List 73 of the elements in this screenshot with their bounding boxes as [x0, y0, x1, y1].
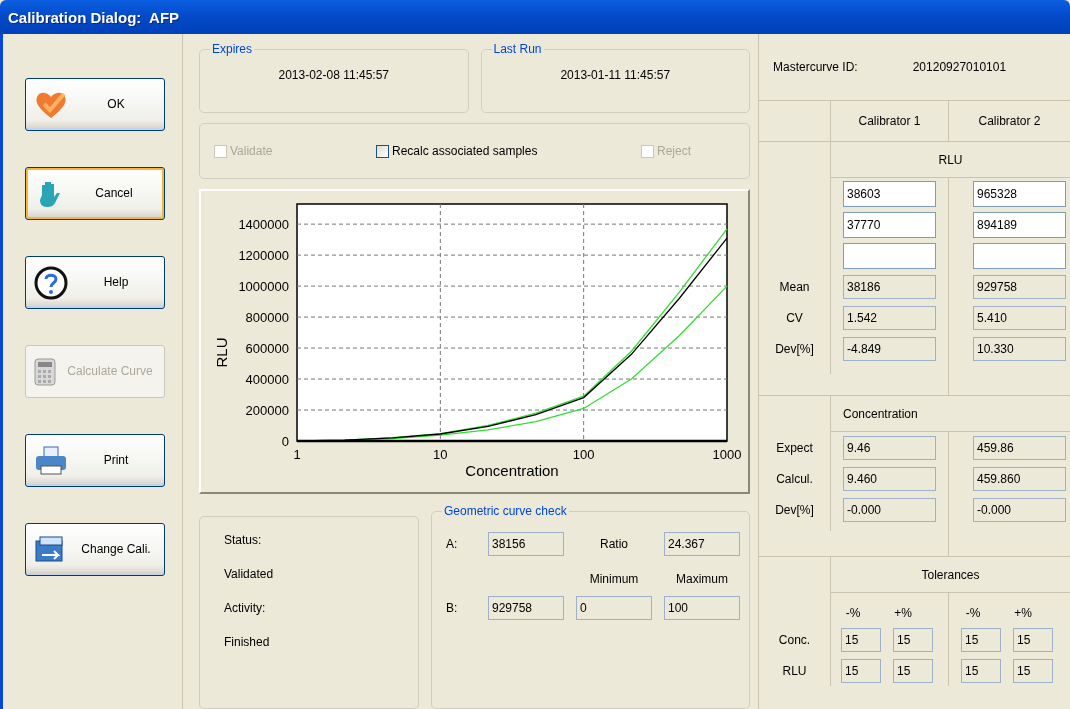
readonly-field: 0 — [576, 596, 652, 620]
column-header: +% — [1013, 606, 1033, 622]
row-label: Calcul. — [776, 471, 813, 486]
axis-tick-label: 200000 — [245, 403, 289, 418]
row-label: CV — [786, 310, 803, 325]
row-label: RLU — [782, 663, 807, 678]
axis-tick-label: 600000 — [245, 341, 289, 357]
readonly-field: 459.86 — [973, 435, 1066, 460]
column-header: Minimum — [589, 571, 639, 586]
axis-tick-label: 1400000 — [238, 217, 289, 233]
field-label: Mastercurve ID: — [773, 60, 858, 74]
readonly-field: 5.410 — [973, 305, 1066, 330]
axis-tick-label: 0 — [281, 434, 289, 449]
readonly-field: 9.46 — [843, 435, 936, 460]
readonly-field: 15 — [841, 658, 881, 683]
readonly-field: 15 — [841, 627, 881, 652]
readonly-field: 15 — [893, 658, 933, 683]
field-label: A: — [446, 537, 459, 551]
column-header: Calibrator 2 — [978, 114, 1041, 128]
readonly-field: 9.460 — [843, 466, 936, 491]
row-label: Mean — [779, 279, 810, 294]
axis-tick-label: 10 — [433, 447, 448, 462]
date-text: 2013-01-11 11:45:57 — [559, 67, 672, 84]
readonly-field: 1.542 — [843, 305, 936, 330]
readonly-field: 929758 — [488, 596, 564, 620]
readonly-field: 100 — [664, 596, 740, 620]
axis-tick-label: 400000 — [245, 372, 289, 388]
axis-title: Concentration — [465, 462, 559, 479]
readonly-field: 929758 — [973, 274, 1066, 299]
axis-tick-label: 800000 — [245, 310, 289, 326]
column-header: +% — [893, 606, 913, 622]
mastercurve-id: 20120927010101 — [912, 60, 1007, 74]
readonly-field: -0.000 — [973, 497, 1066, 522]
readonly-field: 10.330 — [973, 336, 1066, 361]
group-legend: Expires — [210, 42, 254, 56]
row-label: Dev[%] — [775, 341, 814, 356]
status-label: Status: — [223, 532, 263, 549]
section-title: RLU — [938, 152, 963, 167]
axis-tick-label: 100 — [572, 447, 595, 462]
group-legend: Geometric curve check — [442, 504, 569, 518]
row-label: Expect — [776, 440, 813, 455]
row-label: Conc. — [778, 632, 811, 647]
axis-tick-label: 1 — [293, 447, 301, 462]
section-title: Tolerances — [921, 567, 980, 582]
column-header: -% — [844, 606, 862, 622]
readonly-field: -0.000 — [843, 497, 936, 522]
section-title: Concentration — [843, 406, 918, 421]
readonly-field: 15 — [1013, 627, 1053, 652]
window-title: Calibration Dialog: AFP — [8, 8, 180, 26]
axis-tick-label: 1000000 — [238, 279, 289, 295]
readonly-field: 15 — [961, 658, 1001, 683]
status-value: Validated — [223, 566, 275, 583]
axis-title: RLU — [213, 337, 230, 368]
readonly-field: 38186 — [843, 274, 936, 299]
column-header: Maximum — [676, 571, 728, 586]
field-label: Ratio — [600, 537, 628, 551]
axis-tick-label: 1000 — [712, 447, 742, 462]
date-text: 2013-02-08 11:45:57 — [277, 67, 390, 84]
readonly-field: 24.367 — [664, 532, 740, 556]
column-header: Calibrator 1 — [858, 114, 921, 128]
axis-tick-label: 1200000 — [238, 248, 289, 264]
readonly-field: 15 — [961, 627, 1001, 652]
status-label: Activity: — [223, 600, 267, 617]
readonly-field: 38156 — [488, 532, 564, 556]
readonly-field: 15 — [1013, 658, 1053, 683]
readonly-field: 459.860 — [973, 466, 1066, 491]
readonly-field: 15 — [893, 627, 933, 652]
status-value: Finished — [223, 634, 271, 651]
field-label: B: — [446, 601, 459, 615]
row-label: Dev[%] — [775, 502, 814, 517]
column-header: -% — [964, 606, 982, 622]
readonly-field: -4.849 — [843, 336, 936, 361]
group-legend: Last Run — [491, 42, 544, 56]
